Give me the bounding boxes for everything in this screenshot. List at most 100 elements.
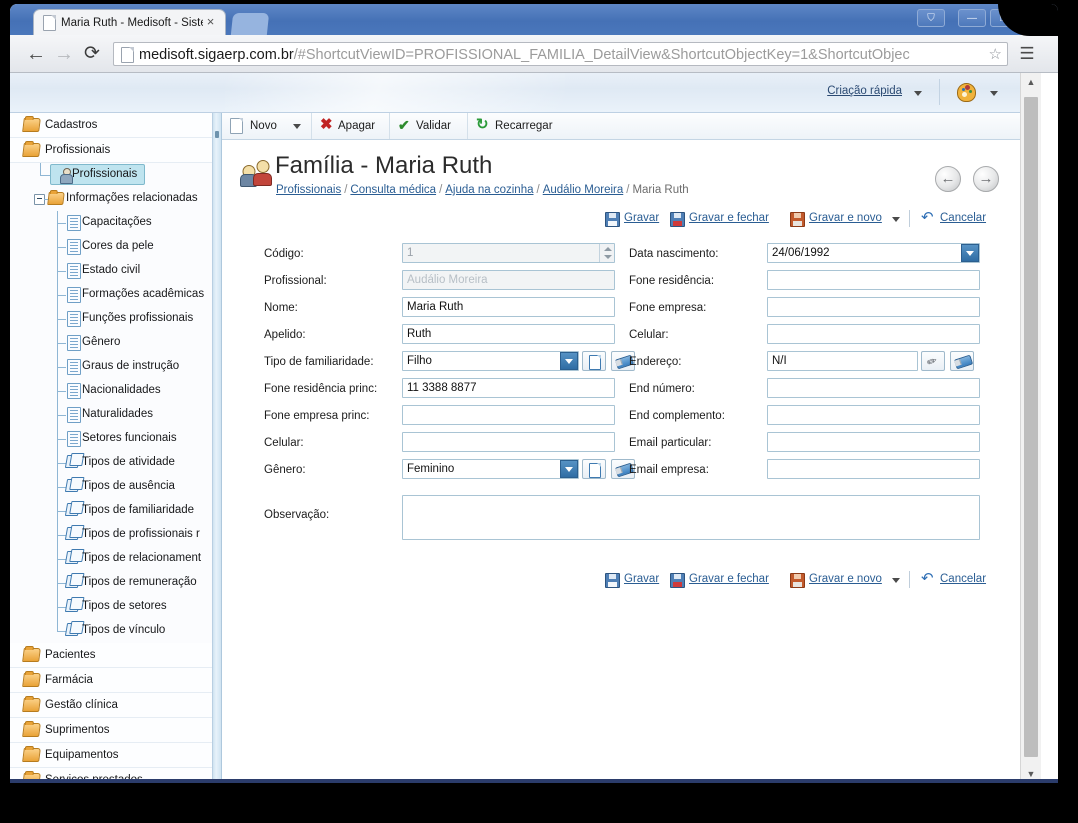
- sidebar-item-g-nero[interactable]: Gênero: [10, 331, 212, 355]
- sidebar-item-tipos-de-profissionais-r[interactable]: Tipos de profissionais r: [10, 523, 212, 547]
- sidebar-module-pacientes[interactable]: Pacientes: [10, 643, 212, 668]
- field-input[interactable]: [767, 459, 980, 479]
- sidebar-item-profissionais[interactable]: Profissionais: [10, 163, 212, 187]
- browser-tab[interactable]: Maria Ruth - Medisoft - Sister ×: [33, 9, 226, 35]
- browser-menu-icon[interactable]: ☰: [1016, 43, 1038, 65]
- field-input[interactable]: 1: [402, 243, 615, 263]
- toolbar-new-caret-icon[interactable]: [293, 124, 301, 129]
- lookup-dropdown-button[interactable]: [560, 352, 578, 370]
- number-spinner[interactable]: [599, 244, 614, 262]
- field-input[interactable]: [767, 378, 980, 398]
- splitter-grip[interactable]: [215, 131, 219, 138]
- spinner-down-icon[interactable]: [604, 255, 612, 259]
- forward-icon[interactable]: →: [52, 43, 76, 67]
- field-input[interactable]: [767, 405, 980, 425]
- toolbar-delete-button[interactable]: ✖ Apagar: [312, 113, 390, 139]
- sidebar-modules-top: Cadastros Profissionais: [10, 113, 212, 163]
- sidebar-item-cores-da-pele[interactable]: Cores da pele: [10, 235, 212, 259]
- sidebar-item-graus-de-instru-o[interactable]: Graus de instrução: [10, 355, 212, 379]
- address-bar[interactable]: medisoft.sigaerp.com.br/#ShortcutViewID=…: [113, 42, 1008, 66]
- sidebar-module-suprimentos[interactable]: Suprimentos: [10, 718, 212, 743]
- action-gravar-e-fechar[interactable]: Gravar e fechar: [669, 570, 784, 590]
- field-input[interactable]: [767, 297, 980, 317]
- action-gravar[interactable]: Gravar: [604, 570, 664, 590]
- field-input[interactable]: Ruth: [402, 324, 615, 344]
- sidebar-module-farm-cia[interactable]: Farmácia: [10, 668, 212, 693]
- breadcrumb-item[interactable]: Profissionais: [276, 184, 341, 196]
- field-input[interactable]: [767, 324, 980, 344]
- field-input[interactable]: Feminino: [402, 459, 579, 479]
- sidebar-item-naturalidades[interactable]: Naturalidades: [10, 403, 212, 427]
- field-input[interactable]: Audálio Moreira: [402, 270, 615, 290]
- action-cancelar[interactable]: ↶ Cancelar: [920, 209, 1000, 229]
- sidebar-item-forma-es-acad-micas[interactable]: Formações acadêmicas: [10, 283, 212, 307]
- sidebar-module-profissionais[interactable]: Profissionais: [10, 138, 212, 163]
- page-scrollbar[interactable]: ▲ ▼: [1020, 73, 1041, 783]
- field-input[interactable]: 24/06/1992: [767, 243, 980, 263]
- date-dropdown-button[interactable]: [961, 244, 979, 262]
- bookmark-star-icon[interactable]: ☆: [989, 46, 1002, 63]
- sidebar-item-nacionalidades[interactable]: Nacionalidades: [10, 379, 212, 403]
- user-profile-button[interactable]: ⛉: [917, 9, 945, 27]
- scroll-up-icon[interactable]: ▲: [1021, 73, 1041, 91]
- minimize-button[interactable]: —: [958, 9, 986, 27]
- sidebar-item-setores-funcionais[interactable]: Setores funcionais: [10, 427, 212, 451]
- reload-icon[interactable]: ⟳: [80, 43, 104, 67]
- sidebar-item-tipos-de-familiaridade[interactable]: Tipos de familiaridade: [10, 499, 212, 523]
- previous-record-button[interactable]: ←: [935, 166, 961, 192]
- breadcrumb-item[interactable]: Audálio Moreira: [543, 184, 624, 196]
- quick-create-caret-icon[interactable]: [914, 91, 922, 96]
- back-icon[interactable]: ←: [24, 43, 48, 67]
- sidebar-item-fun-es-profissionais[interactable]: Funções profissionais: [10, 307, 212, 331]
- sidebar-item-tipos-de-atividade[interactable]: Tipos de atividade: [10, 451, 212, 475]
- new-tab-button[interactable]: [230, 13, 270, 35]
- quick-create-link[interactable]: Criação rápida: [827, 85, 902, 97]
- save-new-caret-icon[interactable]: [892, 578, 900, 583]
- tab-close-icon[interactable]: ×: [204, 15, 217, 29]
- next-record-button[interactable]: →: [973, 166, 999, 192]
- sidebar-item-capacita-es[interactable]: Capacitações: [10, 211, 212, 235]
- document-icon: [67, 431, 81, 447]
- sidebar-module-equipamentos[interactable]: Equipamentos: [10, 743, 212, 768]
- sidebar-item-tipos-de-setores[interactable]: Tipos de setores: [10, 595, 212, 619]
- lookup-dropdown-button[interactable]: [560, 460, 578, 478]
- sidebar-item-tipos-de-relacionament[interactable]: Tipos de relacionament: [10, 547, 212, 571]
- field-input[interactable]: Maria Ruth: [402, 297, 615, 317]
- field-input[interactable]: [767, 432, 980, 452]
- sidebar-item-informa-es-relacionadas[interactable]: Informações relacionadas: [10, 187, 212, 211]
- sidebar-item-estado-civil[interactable]: Estado civil: [10, 259, 212, 283]
- sidebar-module-cadastros[interactable]: Cadastros: [10, 113, 212, 138]
- theme-caret-icon[interactable]: [990, 91, 998, 96]
- field-input[interactable]: N/I: [767, 351, 918, 371]
- sidebar-module-gest-o-cl-nica[interactable]: Gestão clínica: [10, 693, 212, 718]
- address-edit-button[interactable]: ✏: [921, 351, 945, 371]
- breadcrumb-item[interactable]: Consulta médica: [350, 184, 436, 196]
- address-clear-button[interactable]: [950, 351, 974, 371]
- family-icon: [240, 158, 274, 190]
- action-gravar-e-novo[interactable]: Gravar e novo: [789, 570, 899, 590]
- breadcrumb-item[interactable]: Ajuda na cozinha: [445, 184, 533, 196]
- save-new-caret-icon[interactable]: [892, 217, 900, 222]
- observacao-textarea[interactable]: [402, 495, 980, 540]
- lookup-new-button[interactable]: [582, 459, 606, 479]
- action-gravar-e-fechar[interactable]: Gravar e fechar: [669, 209, 784, 229]
- field-input[interactable]: [402, 432, 615, 452]
- sidebar-item-tipos-de-aus-ncia[interactable]: Tipos de ausência: [10, 475, 212, 499]
- action-gravar[interactable]: Gravar: [604, 209, 664, 229]
- theme-palette-icon[interactable]: [957, 83, 976, 102]
- field-input[interactable]: [767, 270, 980, 290]
- sidebar-splitter[interactable]: [213, 113, 222, 783]
- toolbar-reload-button[interactable]: ↻ Recarregar: [468, 113, 574, 139]
- toolbar-new-button[interactable]: Novo: [222, 113, 312, 139]
- toolbar-validate-button[interactable]: ✔ Validar: [390, 113, 468, 139]
- scrollbar-thumb[interactable]: [1024, 97, 1038, 757]
- spinner-up-icon[interactable]: [604, 247, 612, 251]
- sidebar-item-tipos-de-remunera-o[interactable]: Tipos de remuneração: [10, 571, 212, 595]
- field-input[interactable]: Filho: [402, 351, 579, 371]
- field-input[interactable]: 11 3388 8877: [402, 378, 615, 398]
- action-gravar-e-novo[interactable]: Gravar e novo: [789, 209, 899, 229]
- field-input[interactable]: [402, 405, 615, 425]
- lookup-new-button[interactable]: [582, 351, 606, 371]
- action-cancelar[interactable]: ↶ Cancelar: [920, 570, 1000, 590]
- sidebar-item-tipos-de-v-nculo[interactable]: Tipos de vínculo: [10, 619, 212, 643]
